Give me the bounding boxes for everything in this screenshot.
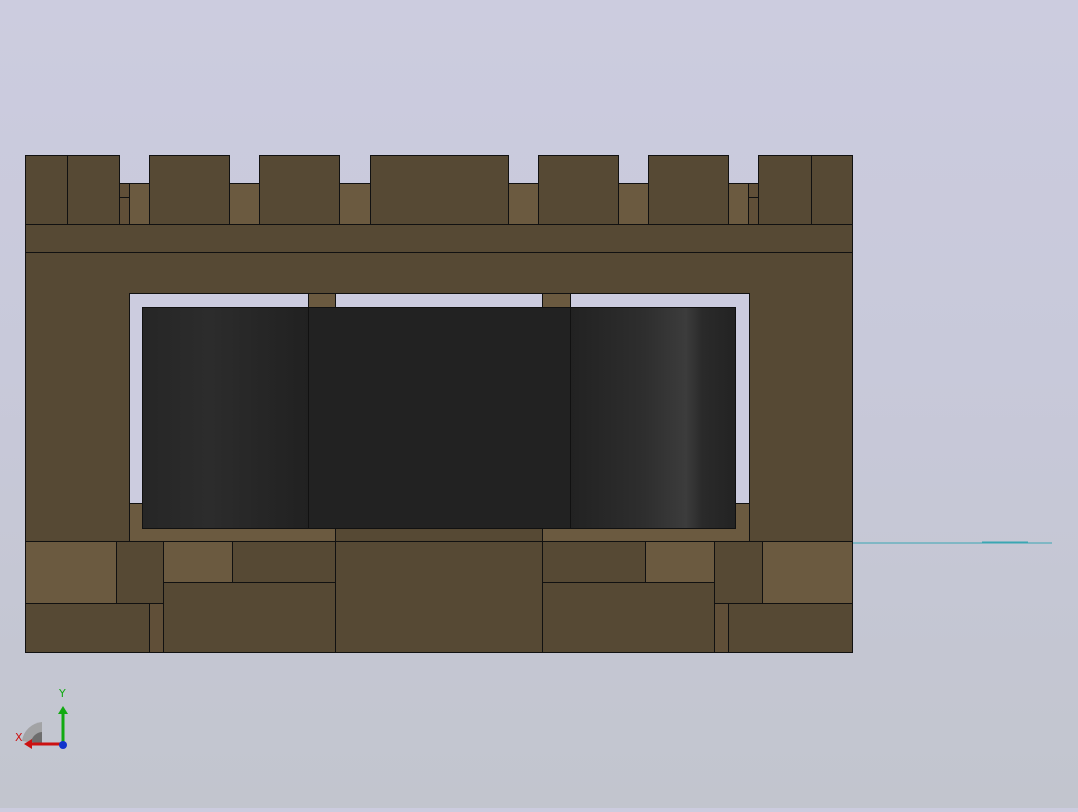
merlon-3 xyxy=(259,155,340,225)
roller-right[interactable] xyxy=(570,307,736,529)
base-center xyxy=(335,541,543,653)
z-axis-icon xyxy=(59,741,67,749)
base-block-bottom-left xyxy=(25,603,150,653)
castle-part[interactable] xyxy=(25,155,853,653)
merlon-2 xyxy=(149,155,230,225)
top-tab-left xyxy=(308,293,336,308)
x-axis-label: X xyxy=(15,731,23,744)
base-block-bottom-right xyxy=(728,603,853,653)
parapet-band[interactable] xyxy=(25,224,853,253)
merlon-7 xyxy=(758,155,853,225)
graphics-viewport[interactable]: Y X xyxy=(0,0,1078,808)
merlon-4 xyxy=(370,155,509,225)
merlon-5 xyxy=(538,155,619,225)
base-column-left xyxy=(163,582,336,653)
orientation-triad: Y X xyxy=(14,686,74,752)
merlon-6 xyxy=(648,155,729,225)
merlons[interactable] xyxy=(25,155,853,225)
base-block-left-step xyxy=(116,541,164,604)
y-axis-label: Y xyxy=(59,687,66,700)
roller-center[interactable] xyxy=(308,307,571,529)
base-column-right xyxy=(542,582,716,653)
base-block-right-notch xyxy=(645,541,715,583)
base-block-left-light xyxy=(25,541,117,604)
base-slot-right xyxy=(714,603,729,653)
model-canvas[interactable] xyxy=(0,0,1078,808)
base-block-right-light xyxy=(762,541,853,604)
base-block-right-step xyxy=(714,541,763,604)
base-block-left-notch xyxy=(163,541,233,583)
sketch-line xyxy=(852,541,1052,544)
base[interactable] xyxy=(25,541,853,653)
merlon-1 xyxy=(25,155,120,225)
roller-left[interactable] xyxy=(142,307,309,529)
top-tab-right xyxy=(542,293,571,308)
base-slot-left xyxy=(149,603,164,653)
sill-center xyxy=(335,528,543,542)
